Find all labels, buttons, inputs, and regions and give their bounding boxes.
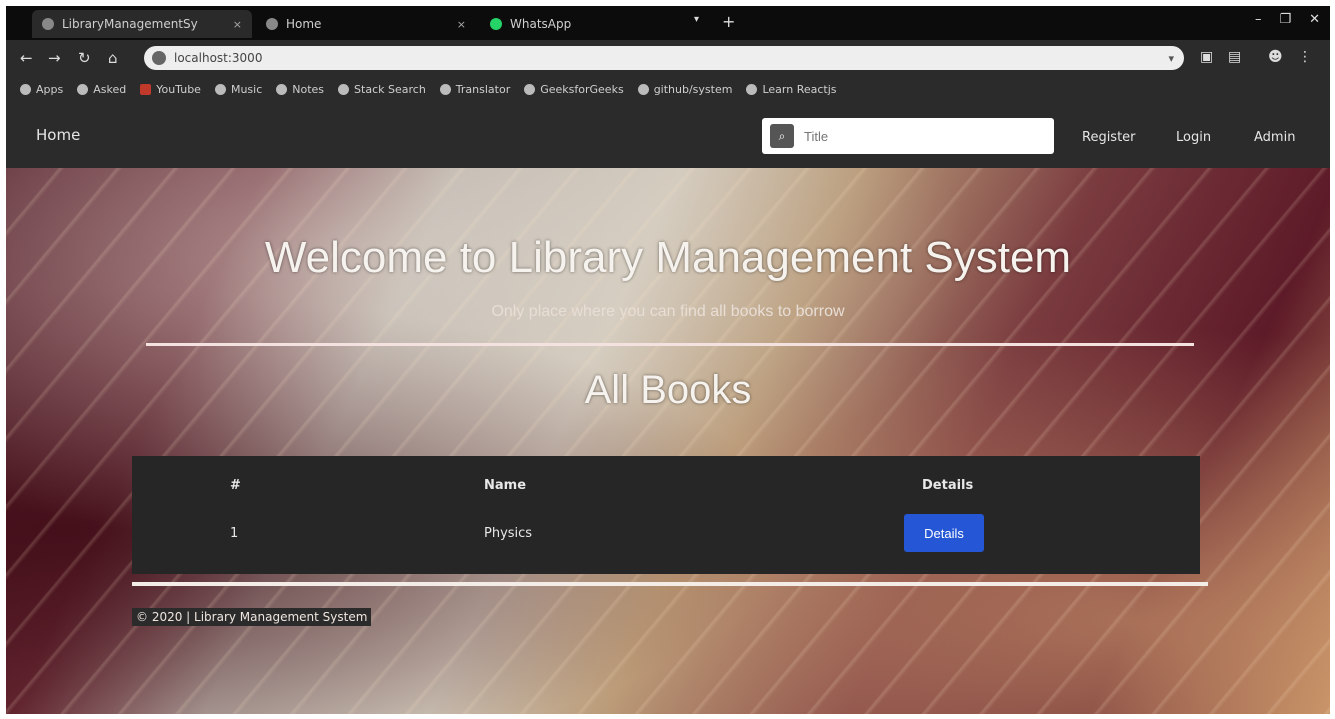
forward-icon[interactable]: → <box>48 49 61 67</box>
omnibox-dropdown-icon[interactable]: ▾ <box>1168 52 1174 65</box>
tab-title: LibraryManagementSy <box>62 17 198 31</box>
book-name: Physics <box>484 525 533 541</box>
minimize-icon[interactable]: – <box>1255 12 1262 27</box>
bookmark-icon <box>637 83 649 95</box>
bookmark-item[interactable]: Apps <box>20 83 63 96</box>
details-button[interactable]: Details <box>904 514 984 552</box>
column-header: Details <box>922 477 974 493</box>
page-content: Welcome to Library Management System Onl… <box>6 168 1330 714</box>
register-link[interactable]: Register <box>1082 130 1136 145</box>
tab-close-icon[interactable]: × <box>233 18 242 31</box>
login-link[interactable]: Login <box>1176 130 1211 145</box>
home-link[interactable]: Home <box>36 126 80 144</box>
divider <box>146 343 1194 346</box>
bookmark-item[interactable]: Music <box>214 82 263 96</box>
bookmark-label: Apps <box>36 82 64 96</box>
site-navbar: Home ⌕ Register Login Admin <box>6 102 1330 168</box>
bookmark-item[interactable]: Learn Reactjs <box>746 82 837 96</box>
bookmark-icon <box>338 83 350 95</box>
back-icon[interactable]: ← <box>20 49 33 67</box>
tab-title: WhatsApp <box>510 17 572 31</box>
profile-icon[interactable]: ☻ <box>1268 49 1283 65</box>
page-subtitle: Only place where you can find all books … <box>491 303 845 320</box>
admin-link[interactable]: Admin <box>1254 130 1295 145</box>
bookmark-icon <box>77 83 89 95</box>
browser-window: LibraryManagementSy × Home × WhatsApp ▾ … <box>6 6 1330 714</box>
bookmark-item[interactable]: YouTube <box>140 83 201 96</box>
book-number: 1 <box>230 525 239 541</box>
bookmark-item[interactable]: Stack Search <box>338 83 426 96</box>
footer-text: © 2020 | Library Management System <box>132 608 372 626</box>
web-page: Home ⌕ Register Login Admin Welcome to L… <box>6 102 1330 714</box>
bookmark-label: Translator <box>455 82 511 96</box>
table-row: 1 Physics Details <box>132 508 1200 558</box>
new-tab-button[interactable]: + <box>722 12 735 31</box>
bookmark-icon <box>276 83 288 95</box>
tab-close-icon[interactable]: × <box>457 18 466 31</box>
bookmark-label: GeeksforGeeks <box>540 82 624 96</box>
bookmark-item[interactable]: Translator <box>439 82 511 96</box>
bookmark-icon <box>214 83 226 95</box>
books-heading: All Books <box>584 368 752 412</box>
bookmark-label: Learn Reactjs <box>762 82 837 96</box>
cast-icon[interactable]: ▤ <box>1228 49 1241 65</box>
tab-whatsapp[interactable]: WhatsApp <box>480 10 680 38</box>
bookmark-label: github/system <box>653 82 733 96</box>
divider <box>132 582 1208 586</box>
search-box: ⌕ <box>762 118 1054 154</box>
site-info-icon[interactable] <box>152 51 166 65</box>
bookmark-item[interactable]: Asked <box>77 83 126 96</box>
bookmarks-bar: Apps Asked YouTube Music Notes Stack Sea… <box>6 76 1330 102</box>
bookmark-item[interactable]: github/system <box>637 82 733 96</box>
whatsapp-icon <box>490 18 502 30</box>
close-window-icon[interactable]: ✕ <box>1309 12 1320 27</box>
footer: © 2020 | Library Management System <box>132 608 372 626</box>
page-title: Welcome to Library Management System <box>264 233 1072 282</box>
bookmark-label: YouTube <box>156 82 201 96</box>
bookmark-label: Stack Search <box>354 82 426 96</box>
tab-library[interactable]: LibraryManagementSy × <box>32 10 252 38</box>
browser-toolbar: ← → ↻ ⌂ localhost:3000 ▾ ▣ ▤ ☻ ⋮ <box>6 40 1330 76</box>
menu-icon[interactable]: ⋮ <box>1298 49 1312 65</box>
favicon-icon <box>42 18 54 30</box>
home-icon[interactable]: ⌂ <box>108 49 118 67</box>
column-header: # <box>230 477 241 493</box>
bookmark-icon <box>746 83 758 95</box>
reload-icon[interactable]: ↻ <box>78 49 91 67</box>
bookmark-icon <box>524 83 536 95</box>
search-icon[interactable]: ⌕ <box>770 124 794 148</box>
url-text[interactable]: localhost:3000 <box>174 51 262 65</box>
tab-title: Home <box>286 17 322 31</box>
table-header-row: # Name Details <box>132 460 1200 510</box>
bookmark-icon <box>439 83 451 95</box>
bookmark-item[interactable]: GeeksforGeeks <box>524 82 624 96</box>
maximize-icon[interactable]: ❐ <box>1279 12 1291 27</box>
youtube-icon <box>140 83 152 95</box>
apps-icon <box>20 83 31 95</box>
books-table: # Name Details 1 Physics Details <box>132 456 1200 574</box>
bookmark-label: Notes <box>292 82 325 96</box>
extension-icon[interactable]: ▣ <box>1200 49 1213 65</box>
address-bar[interactable]: localhost:3000 ▾ <box>144 46 1184 70</box>
bookmark-label: Music <box>230 82 263 96</box>
bookmark-label: Asked <box>93 82 127 96</box>
search-input[interactable] <box>802 127 1026 145</box>
column-header: Name <box>484 477 527 493</box>
tab-strip: LibraryManagementSy × Home × WhatsApp ▾ … <box>6 6 1330 40</box>
tab-dropdown-icon[interactable]: ▾ <box>694 14 699 25</box>
window-controls: – ❐ ✕ <box>1255 12 1320 27</box>
bookmark-item[interactable]: Notes <box>276 83 324 96</box>
favicon-icon <box>266 18 278 30</box>
tab-home[interactable]: Home × <box>256 10 476 38</box>
